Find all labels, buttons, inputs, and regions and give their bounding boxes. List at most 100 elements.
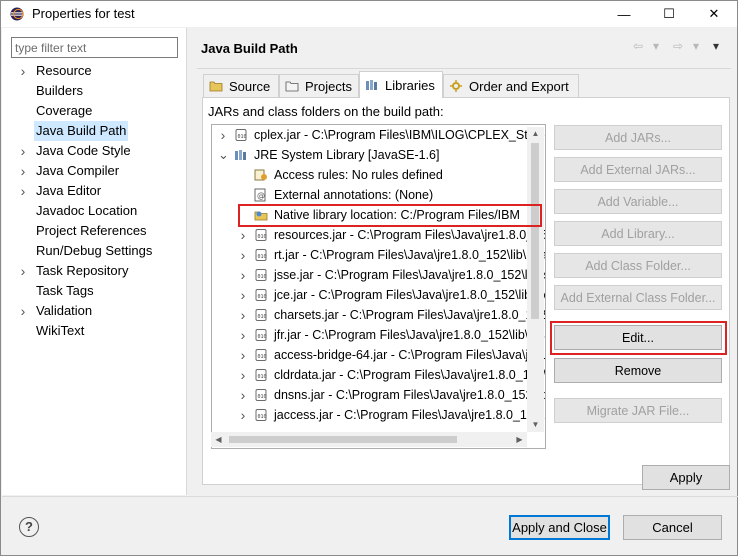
source-folder-icon xyxy=(209,81,223,92)
chevron-right-icon[interactable]: › xyxy=(238,405,248,425)
chevron-right-icon[interactable]: › xyxy=(18,161,28,181)
add-external-jars-button[interactable]: Add External JARs... xyxy=(554,157,722,182)
tree-row[interactable]: Access rules: No rules defined xyxy=(212,165,542,185)
chevron-right-icon[interactable]: › xyxy=(238,225,248,245)
chevron-right-icon[interactable]: › xyxy=(218,125,228,145)
chevron-right-icon[interactable]: › xyxy=(18,61,28,81)
tree-row[interactable]: ⌄ JRE System Library [JavaSE-1.6] xyxy=(212,145,542,165)
tree-horizontal-scrollbar[interactable]: ◀ ▶ xyxy=(211,432,527,447)
chevron-right-icon[interactable]: › xyxy=(18,301,28,321)
tree-row[interactable]: Native library location: C:/Program File… xyxy=(212,205,542,225)
maximize-icon: ☐ xyxy=(663,6,675,21)
nav-item-label: Java Compiler xyxy=(36,163,120,178)
tree-row[interactable]: › 010 jsse.jar - C:\Program Files\Java\jre… xyxy=(212,265,545,285)
view-menu-icon[interactable]: ▾ xyxy=(713,39,719,53)
tab-order-and-export[interactable]: Order and Export xyxy=(443,74,579,97)
chevron-right-icon[interactable]: › xyxy=(238,285,248,305)
svg-text:@: @ xyxy=(257,191,265,200)
edit-button[interactable]: Edit... xyxy=(554,325,722,350)
scroll-thumb[interactable] xyxy=(229,436,457,443)
add-jars-button[interactable]: Add JARs... xyxy=(554,125,722,150)
forward-dropdown-icon[interactable]: ▾ xyxy=(693,39,699,53)
tree-row-label: External annotations: (None) xyxy=(274,188,434,202)
tree-row[interactable]: › 010 resources.jar - C:\Program Files\Jav… xyxy=(212,225,545,245)
nav-item-label: Builders xyxy=(36,83,83,98)
nav-item-label: Java Code Style xyxy=(36,143,131,158)
tree-row-label: charsets.jar - C:\Program Files\Java\jre… xyxy=(274,308,546,322)
minimize-button[interactable]: — xyxy=(602,1,646,27)
help-icon[interactable]: ? xyxy=(19,517,39,537)
properties-window: Properties for test — ☐ ✕ › Resource Build… xyxy=(0,0,738,556)
close-button[interactable]: ✕ xyxy=(692,1,736,27)
chevron-right-icon[interactable]: › xyxy=(238,245,248,265)
annotations-icon: @ xyxy=(254,188,268,202)
cancel-button[interactable]: Cancel xyxy=(623,515,722,540)
svg-text:010: 010 xyxy=(258,334,267,340)
tab-projects[interactable]: Projects xyxy=(279,74,359,97)
forward-icon[interactable]: ⇨ xyxy=(673,39,683,53)
tab-label: Libraries xyxy=(385,77,435,93)
close-icon: ✕ xyxy=(708,6,720,21)
apply-button[interactable]: Apply xyxy=(642,465,730,490)
tree-row-label: JRE System Library [JavaSE-1.6] xyxy=(254,148,440,162)
tree-row[interactable]: @ External annotations: (None) xyxy=(212,185,542,205)
title-bar: Properties for test — ☐ ✕ xyxy=(1,1,737,27)
tree-row[interactable]: › 010 access-bridge-64.jar - C:\Program Fi… xyxy=(212,345,545,365)
tree-row[interactable]: › 010 cldrdata.jar - C:\Program Files\Java… xyxy=(212,365,545,385)
filter-input[interactable] xyxy=(11,37,178,58)
chevron-right-icon[interactable]: › xyxy=(238,305,248,325)
jar-icon: 010 xyxy=(254,348,268,362)
tab-libraries[interactable]: Libraries xyxy=(359,71,443,98)
chevron-right-icon[interactable]: › xyxy=(238,385,248,405)
tree-row[interactable]: › 010 cplex.jar - C:\Program Files\IBM\ILO… xyxy=(212,125,545,145)
tree-row-label: rt.jar - C:\Program Files\Java\jre1.8.0_… xyxy=(274,248,546,262)
maximize-button[interactable]: ☐ xyxy=(647,1,691,27)
tree-row[interactable]: › 010 dnsns.jar - C:\Program Files\Java\jr… xyxy=(212,385,545,405)
libraries-icon xyxy=(366,80,377,90)
nav-item-label: Java Editor xyxy=(36,183,102,198)
tree-row-label: jce.jar - C:\Program Files\Java\jre1.8.0… xyxy=(274,288,546,302)
scroll-down-icon[interactable]: ▼ xyxy=(527,418,544,432)
nav-item-label: WikiText xyxy=(36,323,85,338)
tree-vertical-scrollbar[interactable]: ▲ ▼ xyxy=(527,127,544,432)
tab-source[interactable]: Source xyxy=(203,74,279,97)
chevron-right-icon[interactable]: › xyxy=(238,325,248,345)
tab-label: Projects xyxy=(305,78,352,94)
add-library-button[interactable]: Add Library... xyxy=(554,221,722,246)
add-variable-button[interactable]: Add Variable... xyxy=(554,189,722,214)
chevron-right-icon[interactable]: › xyxy=(18,261,28,281)
svg-text:010: 010 xyxy=(258,374,267,380)
chevron-right-icon[interactable]: › xyxy=(238,265,248,285)
eclipse-icon xyxy=(10,7,24,21)
jar-icon: 010 xyxy=(254,328,268,342)
back-dropdown-icon[interactable]: ▾ xyxy=(653,39,659,53)
jar-icon: 010 xyxy=(254,408,268,422)
tree-row[interactable]: › 010 jfr.jar - C:\Program Files\Java\jre1… xyxy=(212,325,545,345)
build-path-tree[interactable]: › 010 cplex.jar - C:\Program Files\IBM\ILO… xyxy=(211,124,546,449)
chevron-right-icon[interactable]: › xyxy=(238,365,248,385)
tree-row-label: Access rules: No rules defined xyxy=(274,168,443,182)
migrate-jar-file-button[interactable]: Migrate JAR File... xyxy=(554,398,722,423)
chevron-right-icon[interactable]: › xyxy=(18,181,28,201)
scroll-right-icon[interactable]: ▶ xyxy=(512,432,527,447)
scroll-left-icon[interactable]: ◀ xyxy=(211,432,226,447)
tree-row[interactable]: › 010 charsets.jar - C:\Program Files\Java… xyxy=(212,305,545,325)
chevron-down-icon[interactable]: ⌄ xyxy=(218,145,229,165)
jar-icon: 010 xyxy=(254,248,268,262)
apply-and-close-button[interactable]: Apply and Close xyxy=(509,515,610,540)
tree-row[interactable]: › 010 jaccess.jar - C:\Program Files\Java\… xyxy=(212,405,545,425)
scroll-thumb[interactable] xyxy=(531,143,539,319)
tree-row[interactable]: › 010 rt.jar - C:\Program Files\Java\jre1.… xyxy=(212,245,545,265)
back-icon[interactable]: ⇦ xyxy=(633,39,643,53)
remove-button[interactable]: Remove xyxy=(554,358,722,383)
jar-icon: 010 xyxy=(254,308,268,322)
add-external-class-folder-button[interactable]: Add External Class Folder... xyxy=(554,285,722,310)
scroll-up-icon[interactable]: ▲ xyxy=(527,127,544,141)
minimize-icon: — xyxy=(617,6,631,22)
nav-item-label: Project References xyxy=(36,223,147,238)
tree-row[interactable]: › 010 jce.jar - C:\Program Files\Java\jre1… xyxy=(212,285,545,305)
chevron-right-icon[interactable]: › xyxy=(18,141,28,161)
add-class-folder-button[interactable]: Add Class Folder... xyxy=(554,253,722,278)
jar-icon: 010 xyxy=(254,268,268,282)
chevron-right-icon[interactable]: › xyxy=(238,345,248,365)
